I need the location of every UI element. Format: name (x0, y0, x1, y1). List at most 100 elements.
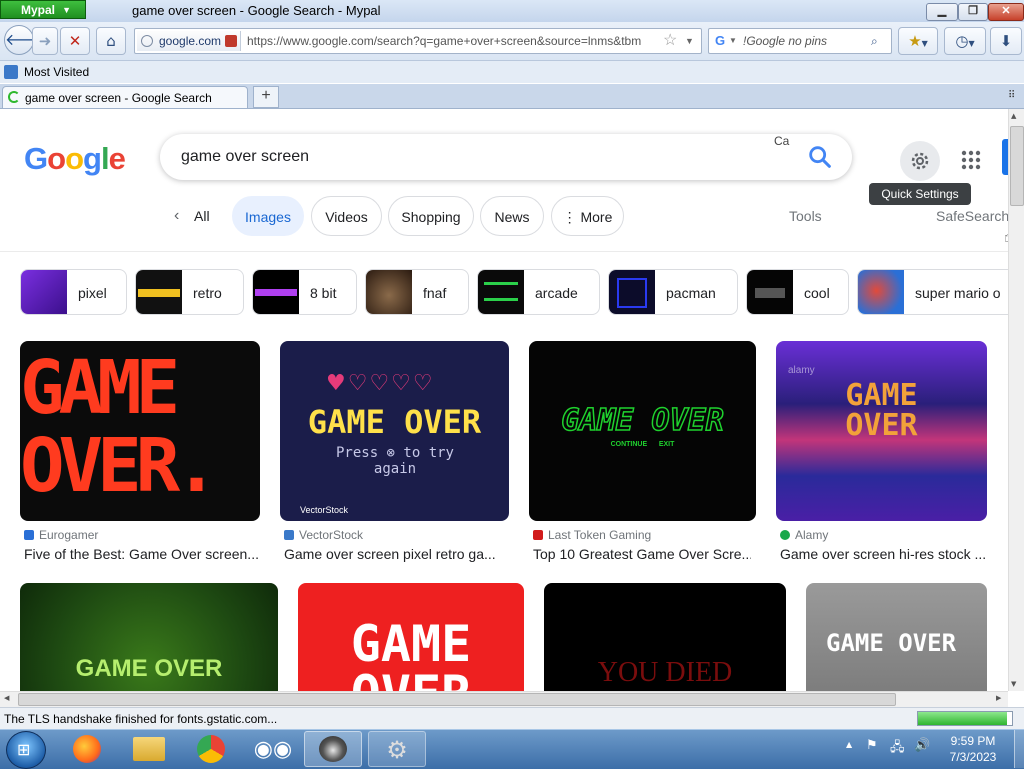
tab-all[interactable]: All (194, 196, 210, 236)
refinement-label: arcade (535, 285, 578, 301)
logo-letter: e (108, 141, 126, 176)
scroll-up-icon[interactable]: ▲ (1011, 112, 1016, 120)
search-input[interactable]: game over screen (181, 134, 309, 180)
result-image[interactable]: YOU DIED (544, 583, 786, 691)
downloads-button[interactable]: ⬇ (990, 27, 1022, 55)
tab-shopping[interactable]: Shopping (388, 196, 474, 236)
result-title[interactable]: Game over screen pixel retro ga... (284, 546, 504, 562)
mypal-taskbar-icon[interactable] (304, 731, 362, 767)
scroll-down-icon[interactable]: ▼ (1011, 680, 1016, 688)
explorer-taskbar-icon[interactable] (124, 731, 174, 767)
windows-logo-icon: ⊞ (17, 740, 31, 759)
search-icon[interactable] (806, 143, 834, 171)
clock-icon: ◷ (955, 32, 969, 50)
taskbar-clock[interactable]: 9:59 PM 7/3/2023 (940, 733, 1006, 765)
settings-taskbar-icon[interactable]: ⚙ (368, 731, 426, 767)
logo-letter: o (65, 141, 84, 176)
result-source[interactable]: Last Token Gaming (533, 528, 651, 542)
show-desktop-button[interactable] (1014, 730, 1024, 768)
result-title[interactable]: Five of the Best: Game Over screen... (24, 546, 260, 562)
home-button[interactable]: ⌂ (96, 27, 126, 55)
refinement-chip-cool[interactable]: cool (746, 269, 849, 315)
back-button[interactable]: 🡐 (4, 25, 48, 55)
result-image[interactable]: GAME OVER (298, 583, 524, 691)
result-image[interactable]: GAME OVER (20, 583, 278, 691)
tab-list-icon[interactable]: ⠿ (1008, 90, 1015, 101)
chevron-down-icon: ▼ (921, 39, 928, 48)
result-title[interactable]: Top 10 Greatest Game Over Scre... (533, 546, 751, 562)
safesearch-button[interactable]: SafeSearch (936, 196, 1008, 236)
refinement-chip-super-mario[interactable]: super mario o (857, 269, 1008, 315)
close-window-button[interactable]: ✕ (988, 3, 1024, 21)
tab-videos[interactable]: Videos (311, 196, 382, 236)
history-button[interactable]: ◷▼ (944, 27, 986, 55)
volume-icon[interactable]: 🔊 (914, 738, 930, 753)
new-tab-button[interactable]: + (253, 86, 279, 108)
google-search-box[interactable]: game over screen Ca (160, 134, 852, 180)
tab-images[interactable]: Images (232, 196, 304, 236)
firefox-icon (73, 735, 101, 763)
refinement-chip-retro[interactable]: retro (135, 269, 244, 315)
loading-spinner-icon (8, 91, 20, 103)
bookmark-most-visited[interactable]: Most Visited (24, 61, 89, 83)
chevron-down-icon: ▼ (62, 5, 71, 15)
result-image[interactable]: GAME OVER alamy (776, 341, 987, 521)
eyes-app-taskbar-icon[interactable]: ◉◉ (248, 731, 298, 767)
camera-search-hint[interactable]: Ca (774, 134, 789, 148)
chevron-down-icon: ▼ (968, 39, 975, 48)
result-source[interactable]: VectorStock (284, 528, 363, 542)
browser-search-box[interactable]: G ▼ !Google no pins ⌕ (708, 28, 892, 54)
game-over-text: GAME OVER. (20, 345, 219, 509)
logo-letter: G (24, 141, 48, 176)
google-engine-icon: G (715, 33, 726, 48)
result-source[interactable]: Eurogamer (24, 528, 98, 542)
mypal-menu-button[interactable]: Mypal ▼ (0, 0, 86, 19)
press-to-try-again-text: Press ⊗ to try again (335, 445, 454, 477)
chevron-left-icon[interactable]: ‹ (174, 196, 179, 236)
brand-label: Mypal (21, 3, 56, 17)
quick-settings-button[interactable] (900, 141, 940, 181)
address-bar[interactable]: google.com https://www.google.com/search… (134, 28, 702, 54)
scroll-right-icon[interactable]: ▶ (996, 694, 1001, 702)
chevron-down-icon[interactable]: ▼ (685, 29, 694, 53)
result-source[interactable]: Alamy (780, 528, 828, 542)
result-image[interactable]: ♥♡♡♡♡ GAME OVER Press ⊗ to try again Vec… (280, 341, 509, 521)
firefox-taskbar-icon[interactable] (62, 731, 112, 767)
refinement-chip-pacman[interactable]: pacman (608, 269, 738, 315)
refinement-chip-8-bit[interactable]: 8 bit (252, 269, 357, 315)
bookmarks-menu-button[interactable]: ★▼ (898, 27, 938, 55)
tab-news[interactable]: News (480, 196, 544, 236)
tab-google-search[interactable]: game over screen - Google Search (2, 86, 248, 108)
forward-button[interactable]: ➜ (32, 27, 58, 55)
show-hidden-icons-icon[interactable]: ▲ (846, 740, 852, 749)
refinement-chip-fnaf[interactable]: fnaf (365, 269, 469, 315)
tools-button[interactable]: Tools (789, 196, 822, 236)
network-icon[interactable]: 🖧 (890, 738, 905, 760)
refinement-chip-pixel[interactable]: pixel (20, 269, 127, 315)
web-page: Google game over screen Ca Quick Setting… (0, 109, 1008, 691)
refinement-chip-arcade[interactable]: arcade (477, 269, 600, 315)
tab-more[interactable]: ⋮ More (551, 196, 624, 236)
result-image[interactable]: GAME OVER (806, 583, 987, 691)
more-label: More (580, 209, 613, 225)
url-text: https://www.google.com/search?q=game+ove… (247, 34, 642, 48)
chrome-taskbar-icon[interactable] (186, 731, 236, 767)
google-logo[interactable]: Google (24, 141, 126, 177)
action-center-flag-icon[interactable]: ⚑ (866, 738, 878, 753)
minimize-button[interactable]: ▁ (926, 3, 958, 21)
horizontal-scroll-thumb[interactable] (18, 693, 896, 706)
result-image[interactable]: GAME OVER CONTINUE EXIT (529, 341, 756, 521)
maximize-button[interactable]: ❐ (958, 3, 988, 21)
google-apps-icon[interactable] (956, 145, 986, 175)
star-icon[interactable]: ☆ (663, 29, 677, 53)
chrome-icon (197, 735, 225, 763)
result-image[interactable]: GAME OVER. (20, 341, 260, 521)
scroll-left-icon[interactable]: ◀ (4, 694, 9, 702)
search-icon[interactable]: ⌕ (871, 29, 878, 53)
result-title[interactable]: Game over screen hi-res stock ... (780, 546, 986, 562)
stop-button[interactable]: ✕ (60, 27, 90, 55)
refinement-thumbnail (253, 270, 299, 314)
start-button[interactable]: ⊞ (6, 731, 46, 769)
minimize-icon: ▁ (937, 5, 947, 17)
vertical-scroll-thumb[interactable] (1010, 126, 1024, 206)
